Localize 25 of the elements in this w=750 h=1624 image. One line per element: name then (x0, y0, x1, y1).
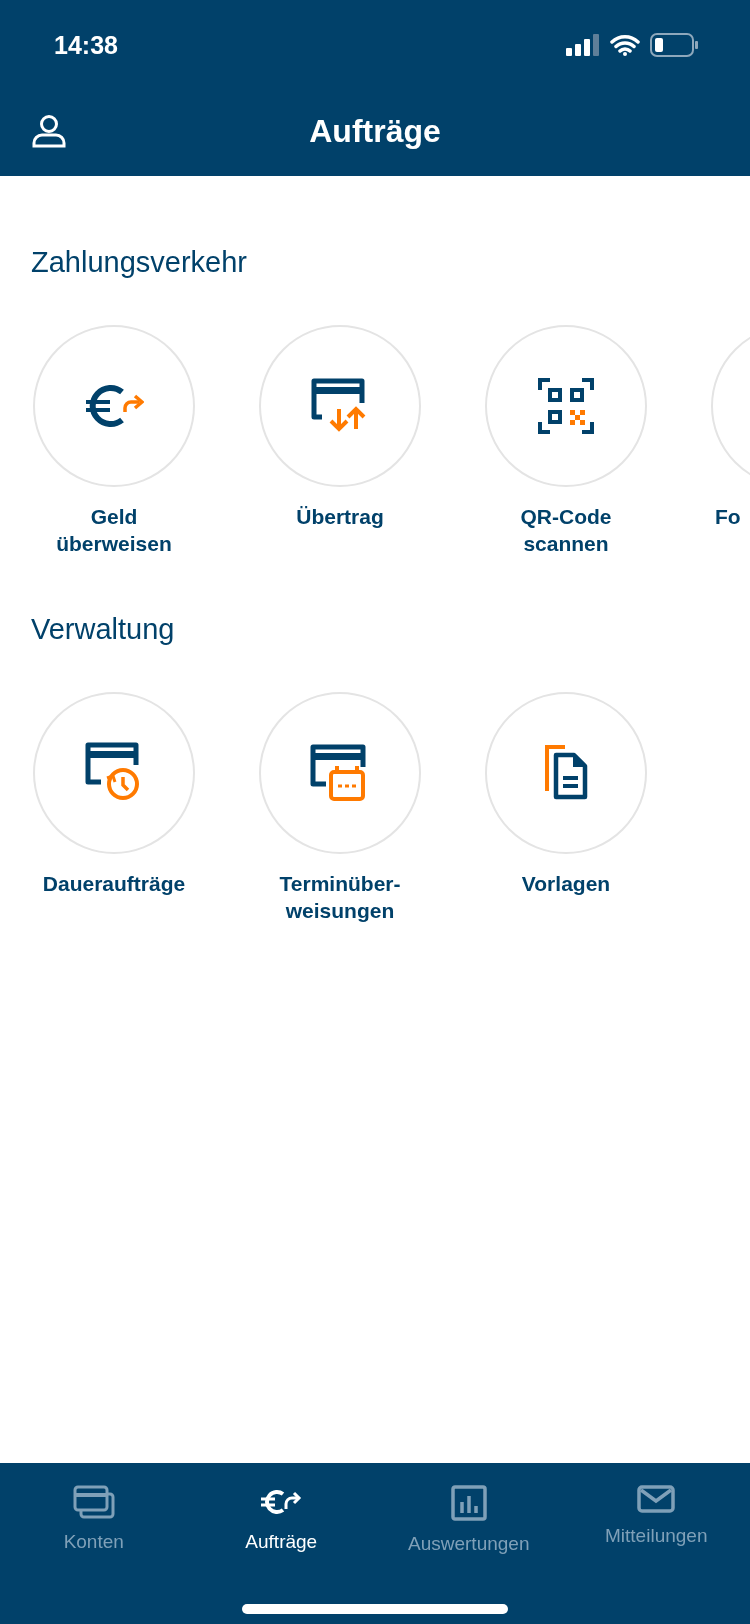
chart-icon (450, 1485, 487, 1521)
cards-icon (72, 1485, 115, 1519)
action-label: Geld überweisen (55, 504, 173, 558)
user-icon (32, 114, 66, 148)
documents-icon (544, 745, 588, 801)
mail-icon (637, 1485, 676, 1513)
signal-icon (566, 34, 600, 56)
action-label: Übertrag (295, 504, 385, 530)
status-time: 14:38 (54, 30, 118, 60)
tab[interactable]: Konten (0, 1463, 188, 1578)
battery-icon (650, 33, 698, 57)
action-label: Vorlagen (520, 871, 612, 897)
tab[interactable]: Auswertungen (375, 1463, 563, 1578)
euro-transfer-icon (84, 382, 144, 430)
action-label: Fo (714, 504, 741, 530)
wifi-icon (610, 34, 640, 56)
tab[interactable]: Aufträge (187, 1463, 375, 1578)
action-label: QR-Code scannen (519, 504, 613, 558)
screen-title: Aufträge (309, 112, 441, 150)
section-title: Zahlungsverkehr (30, 246, 248, 279)
section-title: Verwaltung (30, 613, 176, 646)
action-label: Daueraufträge (41, 871, 187, 897)
qr-code-icon (538, 378, 594, 434)
action-label: Terminüber-weisungen (278, 871, 402, 925)
tab[interactable]: Mitteilungen (562, 1463, 750, 1578)
